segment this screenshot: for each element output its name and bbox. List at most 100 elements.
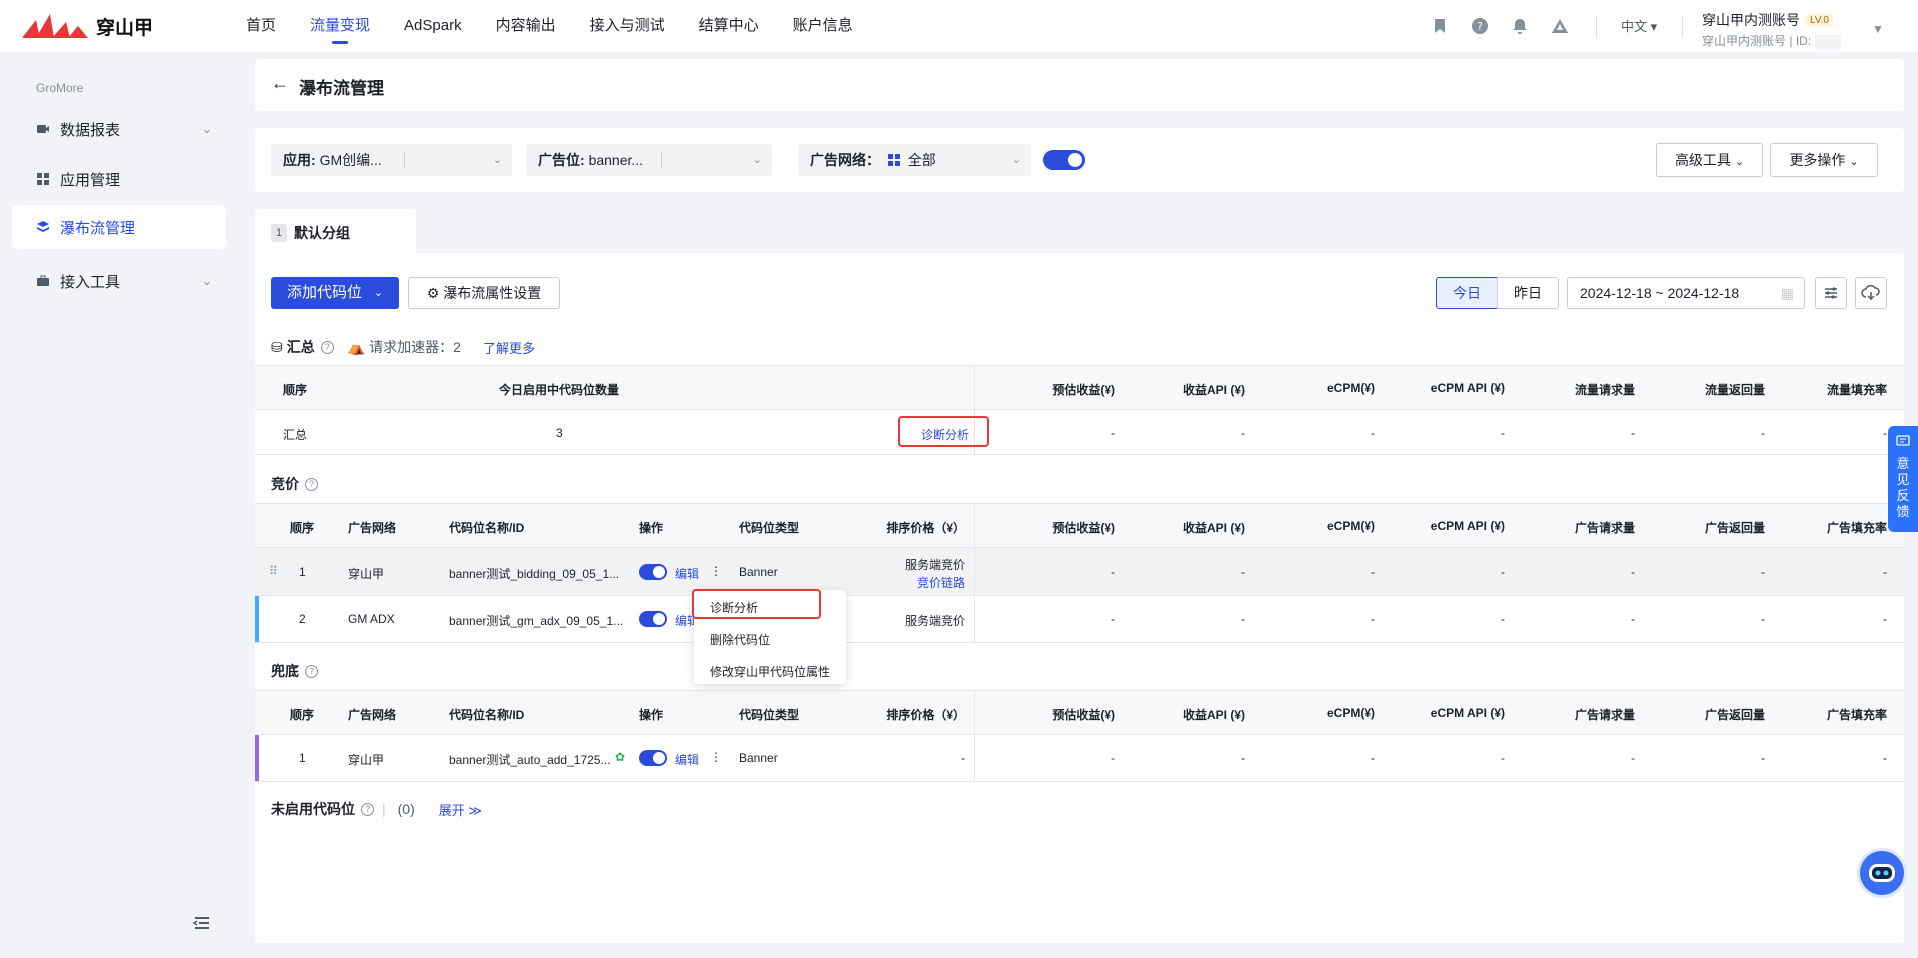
bookmark-icon[interactable] xyxy=(1430,16,1450,36)
chevron-down-icon: ⌄ xyxy=(752,154,762,166)
sidebar-item-apps[interactable]: 应用管理 xyxy=(12,157,226,201)
metric-cell: - xyxy=(1883,612,1887,626)
metric-cell: - xyxy=(1631,565,1635,579)
edit-link[interactable]: 编辑 xyxy=(675,751,699,768)
auto-add-icon: ✿ xyxy=(615,750,626,764)
column-divider xyxy=(974,690,975,782)
chevron-down-icon: ▾ xyxy=(1650,19,1658,34)
yesterday-button[interactable]: 昨日 xyxy=(1497,277,1559,309)
help-icon[interactable]: ? xyxy=(305,477,318,491)
bell-icon[interactable] xyxy=(1510,16,1530,36)
col-header: 收益API (¥) xyxy=(1182,708,1245,722)
enable-switch[interactable] xyxy=(639,750,667,766)
warning-icon[interactable] xyxy=(1550,16,1570,36)
nav-home[interactable]: 首页 xyxy=(246,0,276,52)
back-arrow-icon[interactable]: ← xyxy=(271,73,289,94)
help-icon[interactable]: ? xyxy=(305,664,318,678)
column-settings-button[interactable] xyxy=(1815,277,1847,309)
grid-icon xyxy=(887,154,900,166)
slot-select[interactable]: 广告位: banner... ⌄ xyxy=(526,144,772,176)
more-vertical-icon[interactable]: ⋮ xyxy=(710,750,722,764)
edit-link[interactable]: 编辑 xyxy=(675,565,699,582)
top-icon-group: ? xyxy=(1430,16,1570,36)
collapse-menu-icon[interactable] xyxy=(192,913,212,933)
nav-monetization[interactable]: 流量变现 xyxy=(310,0,370,52)
advanced-tools-button[interactable]: 高级工具 ⌄ xyxy=(1656,143,1763,177)
metric-cell: - xyxy=(1371,612,1375,626)
metric-cell: - xyxy=(1501,565,1505,579)
summary-title: 汇总 xyxy=(286,339,315,355)
sliders-icon xyxy=(1825,287,1837,299)
date-range-value: 2024-12-18 ~ 2024-12-18 xyxy=(1580,285,1740,301)
app-select-value: GM创编... xyxy=(319,152,382,168)
feedback-button[interactable]: 意见反馈 xyxy=(1888,426,1918,532)
waterfall-settings-button[interactable]: ⚙ 瀑布流属性设置 xyxy=(408,277,560,309)
add-slot-label: 添加代码位 xyxy=(287,284,363,301)
brand-name: 穿山甲 xyxy=(96,17,154,39)
app-select[interactable]: 应用: GM创编... ⌄ xyxy=(271,144,512,176)
brand-logo[interactable]: 穿山甲 xyxy=(22,12,153,40)
database-icon: ⛁ xyxy=(271,338,283,355)
chevron-down-icon: ⌄ xyxy=(1011,154,1021,166)
table-row[interactable]: ⠿ 1 穿山甲 banner测试_bidding_09_05_1... 编辑 ⋮… xyxy=(255,548,1904,596)
today-button[interactable]: 今日 xyxy=(1436,277,1498,309)
row-order: 1 xyxy=(299,565,306,579)
col-header: 广告网络 xyxy=(348,708,397,722)
enable-switch[interactable] xyxy=(639,564,667,580)
table-row[interactable]: 2 GM ADX banner测试_gm_adx_09_05_1... 编辑 服… xyxy=(255,596,1904,643)
menu-item-delete[interactable]: 删除代码位 xyxy=(710,631,770,648)
expand-link[interactable]: 展开 ≫ xyxy=(439,800,482,819)
metric-cell: - xyxy=(1761,612,1765,626)
col-header: eCPM API (¥) xyxy=(1430,519,1505,533)
metric-cell: - xyxy=(1761,751,1765,765)
help-icon[interactable]: ? xyxy=(361,802,374,816)
svg-text:?: ? xyxy=(1477,20,1483,33)
metric-cell: - xyxy=(1631,426,1635,440)
tab-number: 1 xyxy=(271,224,287,242)
nav-account[interactable]: 账户信息 xyxy=(793,0,853,52)
drag-handle-icon[interactable]: ⠿ xyxy=(269,564,278,578)
nav-integration[interactable]: 接入与测试 xyxy=(590,0,665,52)
account-menu[interactable]: 穿山甲内测账号 LV.0 穿山甲内测账号 | ID: xyxy=(1702,10,1841,49)
language-select[interactable]: 中文 ▾ xyxy=(1621,16,1657,35)
metric-cell: - xyxy=(1241,612,1245,626)
row-price: 服务端竞价 xyxy=(904,558,965,572)
divider xyxy=(661,152,662,168)
page-header: ← 瀑布流管理 xyxy=(255,59,1904,111)
add-slot-button[interactable]: 添加代码位 ⌄ xyxy=(271,277,399,309)
metric-cell: - xyxy=(1501,612,1505,626)
more-vertical-icon[interactable]: ⋮ xyxy=(710,564,722,578)
network-select[interactable]: 广告网络： 全部 ⌄ xyxy=(798,144,1031,176)
col-header: 代码位类型 xyxy=(739,708,800,722)
nav-content[interactable]: 内容输出 xyxy=(496,0,556,52)
filter-toggle[interactable] xyxy=(1043,150,1085,170)
more-actions-button[interactable]: 更多操作 ⌄ xyxy=(1770,143,1878,177)
metric-cell: - xyxy=(1761,565,1765,579)
col-header: 流量返回量 xyxy=(1704,383,1765,397)
col-header: eCPM(¥) xyxy=(1326,381,1375,395)
enable-switch[interactable] xyxy=(639,611,667,627)
tab-default-group[interactable]: 1 默认分组 xyxy=(255,209,416,253)
row-network: 穿山甲 xyxy=(348,753,385,767)
table-row[interactable]: 1 穿山甲 banner测试_auto_add_1725... ✿ 编辑 ⋮ B… xyxy=(255,735,1904,782)
chevron-down-icon[interactable]: ▼ xyxy=(1872,22,1884,36)
menu-item-modify[interactable]: 修改穿山甲代码位属性 xyxy=(710,663,830,680)
download-button[interactable] xyxy=(1855,277,1887,309)
metric-cell: - xyxy=(1111,751,1115,765)
sidebar-item-waterfall[interactable]: 瀑布流管理 xyxy=(12,205,226,249)
chevron-down-icon: ⌄ xyxy=(492,154,502,166)
learn-more-link[interactable]: 了解更多 xyxy=(483,338,535,357)
row-slot-name: banner测试_bidding_09_05_1... xyxy=(449,567,620,581)
col-header: 操作 xyxy=(639,708,664,722)
nav-settlement[interactable]: 结算中心 xyxy=(699,0,759,52)
row-slot-type: Banner xyxy=(739,565,778,579)
date-range-picker[interactable]: 2024-12-18 ~ 2024-12-18 ▦ xyxy=(1567,277,1805,309)
sidebar-item-tools[interactable]: 接入工具 ⌄ xyxy=(12,259,226,303)
help-icon[interactable]: ? xyxy=(320,340,334,354)
fallback-title: 兜底 xyxy=(271,663,299,679)
nav-adspark[interactable]: AdSpark xyxy=(404,0,462,52)
bid-chain-link[interactable]: 竞价链路 xyxy=(835,574,965,591)
help-icon[interactable]: ? xyxy=(1470,16,1490,36)
sidebar-item-report[interactable]: 数据报表 ⌄ xyxy=(12,107,226,151)
assistant-robot-icon[interactable] xyxy=(1857,848,1907,898)
